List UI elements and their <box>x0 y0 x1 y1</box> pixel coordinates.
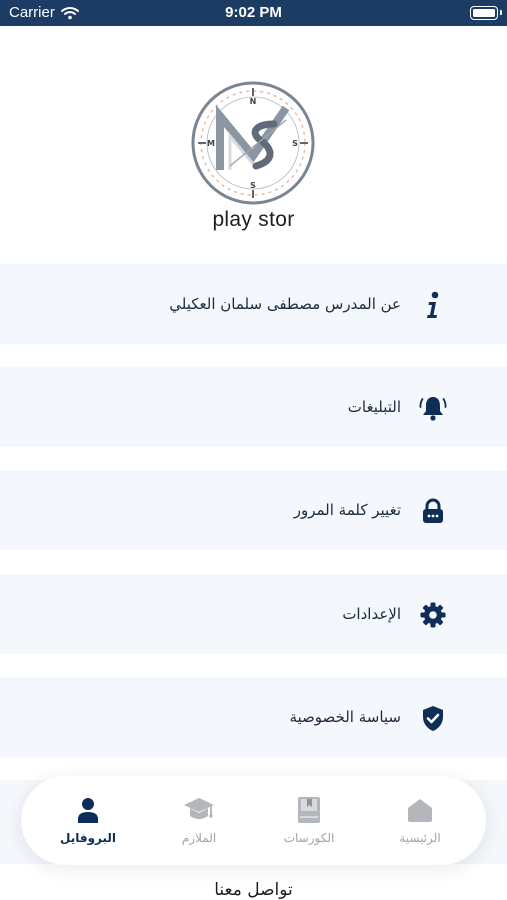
menu-item-notifications[interactable]: التبليغات <box>0 367 507 447</box>
tab-label: الملازم <box>181 831 217 845</box>
logo-letter-s-bottom: S <box>250 181 256 190</box>
person-icon <box>43 794 133 826</box>
logo-letter-m: M <box>207 139 215 148</box>
graduation-cap-icon <box>154 794 244 826</box>
battery-icon <box>470 6 502 20</box>
menu-item-label: الإعدادات <box>342 605 401 623</box>
clock: 9:02 PM <box>225 4 282 21</box>
tab-label: الكورسات <box>283 831 335 845</box>
book-icon <box>264 794 354 826</box>
contact-us-link[interactable]: تواصل معنا <box>0 880 507 900</box>
menu-item-change-password[interactable]: تغيير كلمة المرور <box>0 470 507 550</box>
menu-item-about-teacher[interactable]: عن المدرس مصطفى سلمان العكيلي <box>0 264 507 344</box>
menu-item-label: عن المدرس مصطفى سلمان العكيلي <box>169 295 401 313</box>
tab-notes[interactable]: الملازم <box>154 794 244 850</box>
app-name: play stor <box>212 208 295 231</box>
menu-item-label: سياسة الخصوصية <box>289 708 401 726</box>
lock-icon <box>418 496 448 526</box>
status-bar: Carrier 9:02 PM <box>0 0 507 26</box>
menu-item-label: التبليغات <box>347 398 401 416</box>
menu-item-label: تغيير كلمة المرور <box>293 501 401 519</box>
bell-icon <box>418 393 448 423</box>
tab-label: البروفايل <box>59 831 117 845</box>
info-icon <box>418 290 448 320</box>
tab-profile[interactable]: البروفايل <box>43 794 133 850</box>
menu-item-privacy-policy[interactable]: سياسة الخصوصية <box>0 677 507 757</box>
tab-label: الرئيسية <box>399 831 441 845</box>
logo-letter-n: N <box>250 97 257 106</box>
shield-check-icon <box>418 703 448 733</box>
tab-courses[interactable]: الكورسات <box>264 794 354 850</box>
home-icon <box>375 794 465 826</box>
gear-icon <box>418 600 448 630</box>
logo: N S M S <box>191 81 315 205</box>
bottom-nav: الرئيسية الكورسات الملازم البروفايل <box>21 776 486 865</box>
menu-item-settings[interactable]: الإعدادات <box>0 574 507 654</box>
tab-home[interactable]: الرئيسية <box>375 794 465 850</box>
logo-letter-s-right: S <box>292 139 298 148</box>
